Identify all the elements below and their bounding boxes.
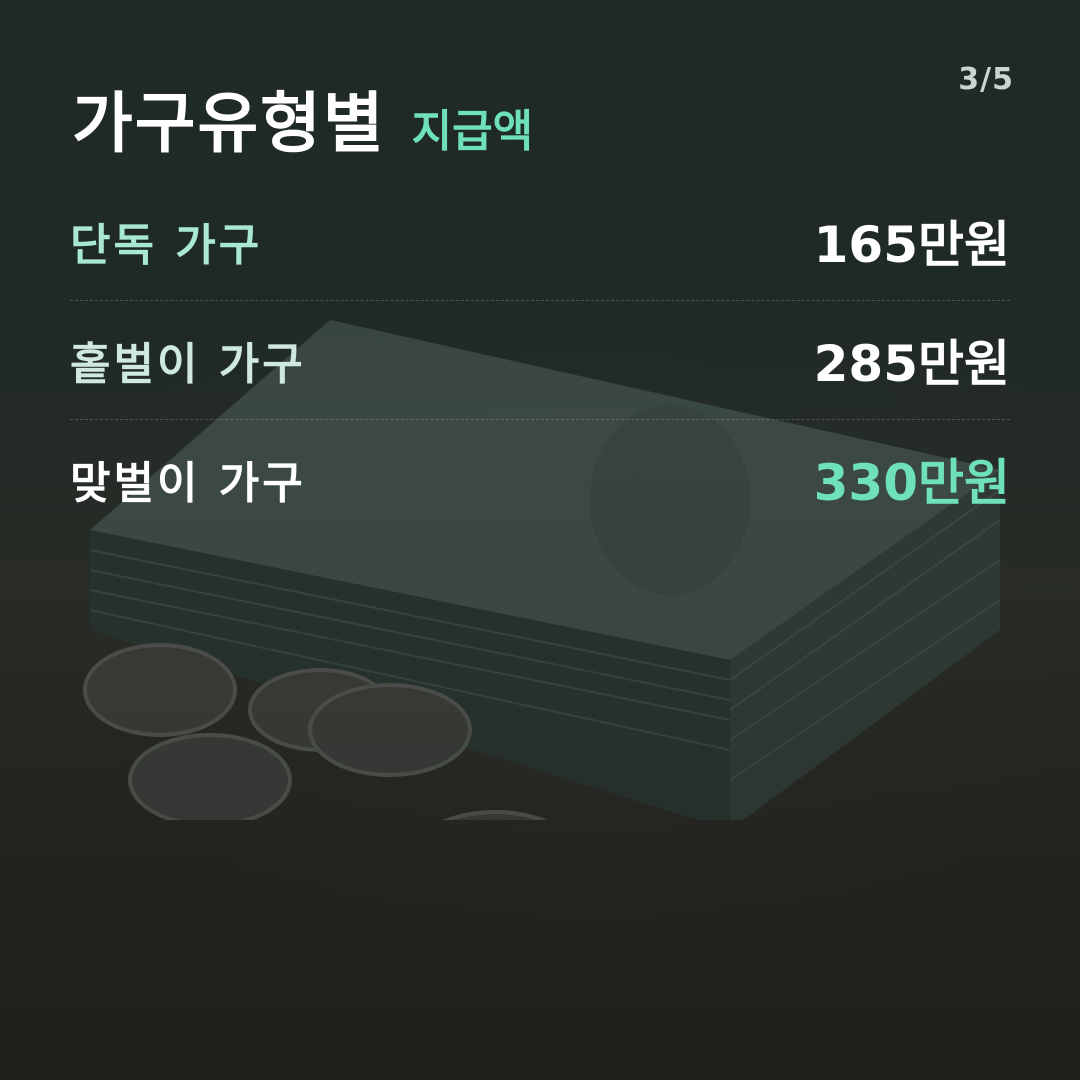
list-item-single: 단독 가구 165만원: [70, 182, 1010, 301]
row-value: 165만원: [813, 216, 1010, 274]
title-sub: 지급액: [411, 106, 534, 157]
payment-list: 단독 가구 165만원 홑벌이 가구 285만원 맞벌이 가구 330만원: [70, 182, 1010, 538]
row-value: 330만원: [813, 454, 1010, 512]
page-title: 가구유형별 지급액: [72, 70, 533, 166]
infographic-card: 3/5 가구유형별 지급액 단독 가구 165만원 홑벌이 가구 285만원 맞…: [0, 0, 1080, 1080]
row-value: 285만원: [813, 335, 1010, 393]
list-item-single-earner: 홑벌이 가구 285만원: [70, 301, 1010, 420]
title-main: 가구유형별: [72, 85, 386, 162]
row-label: 단독 가구: [70, 220, 263, 271]
row-label: 맞벌이 가구: [70, 458, 306, 509]
page-indicator: 3/5: [958, 62, 1014, 97]
list-item-dual-earner: 맞벌이 가구 330만원: [70, 420, 1010, 538]
row-label: 홑벌이 가구: [70, 339, 306, 390]
